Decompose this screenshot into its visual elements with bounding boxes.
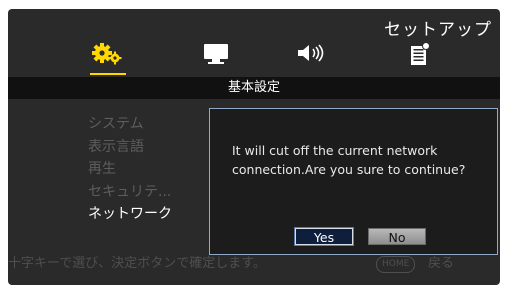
speaker-audio-icon[interactable] [292, 41, 336, 77]
setup-screen: セットアップ 基本設定 システム 表示言語 再生 セキュリテ... ネットワーク… [8, 9, 500, 285]
settings-gear-icon[interactable] [86, 41, 130, 77]
menu-item-playback[interactable]: 再生 [88, 158, 172, 181]
menu-item-network[interactable]: ネットワーク [88, 203, 172, 226]
menu-item-system[interactable]: システム [88, 113, 172, 136]
confirm-dialog: It will cut off the current network conn… [209, 108, 498, 255]
document-info-icon[interactable] [397, 41, 441, 77]
display-icon[interactable] [194, 41, 238, 77]
settings-menu: システム 表示言語 再生 セキュリテ... ネットワーク [88, 113, 172, 226]
dialog-message: It will cut off the current network conn… [232, 141, 482, 179]
dialog-message-line-1: It will cut off the current network [232, 143, 438, 158]
section-title: 基本設定 [8, 77, 500, 99]
screen-title: セットアップ [384, 20, 492, 40]
home-button-badge: HOME [376, 256, 416, 273]
yes-button[interactable]: Yes [294, 227, 354, 246]
menu-item-language[interactable]: 表示言語 [88, 136, 172, 159]
menu-item-security[interactable]: セキュリテ... [88, 181, 172, 204]
selected-tab-underline [90, 73, 126, 75]
no-button[interactable]: No [368, 228, 426, 245]
dialog-message-line-2: connection.Are you sure to continue? [232, 162, 466, 177]
category-icon-row [8, 41, 500, 77]
